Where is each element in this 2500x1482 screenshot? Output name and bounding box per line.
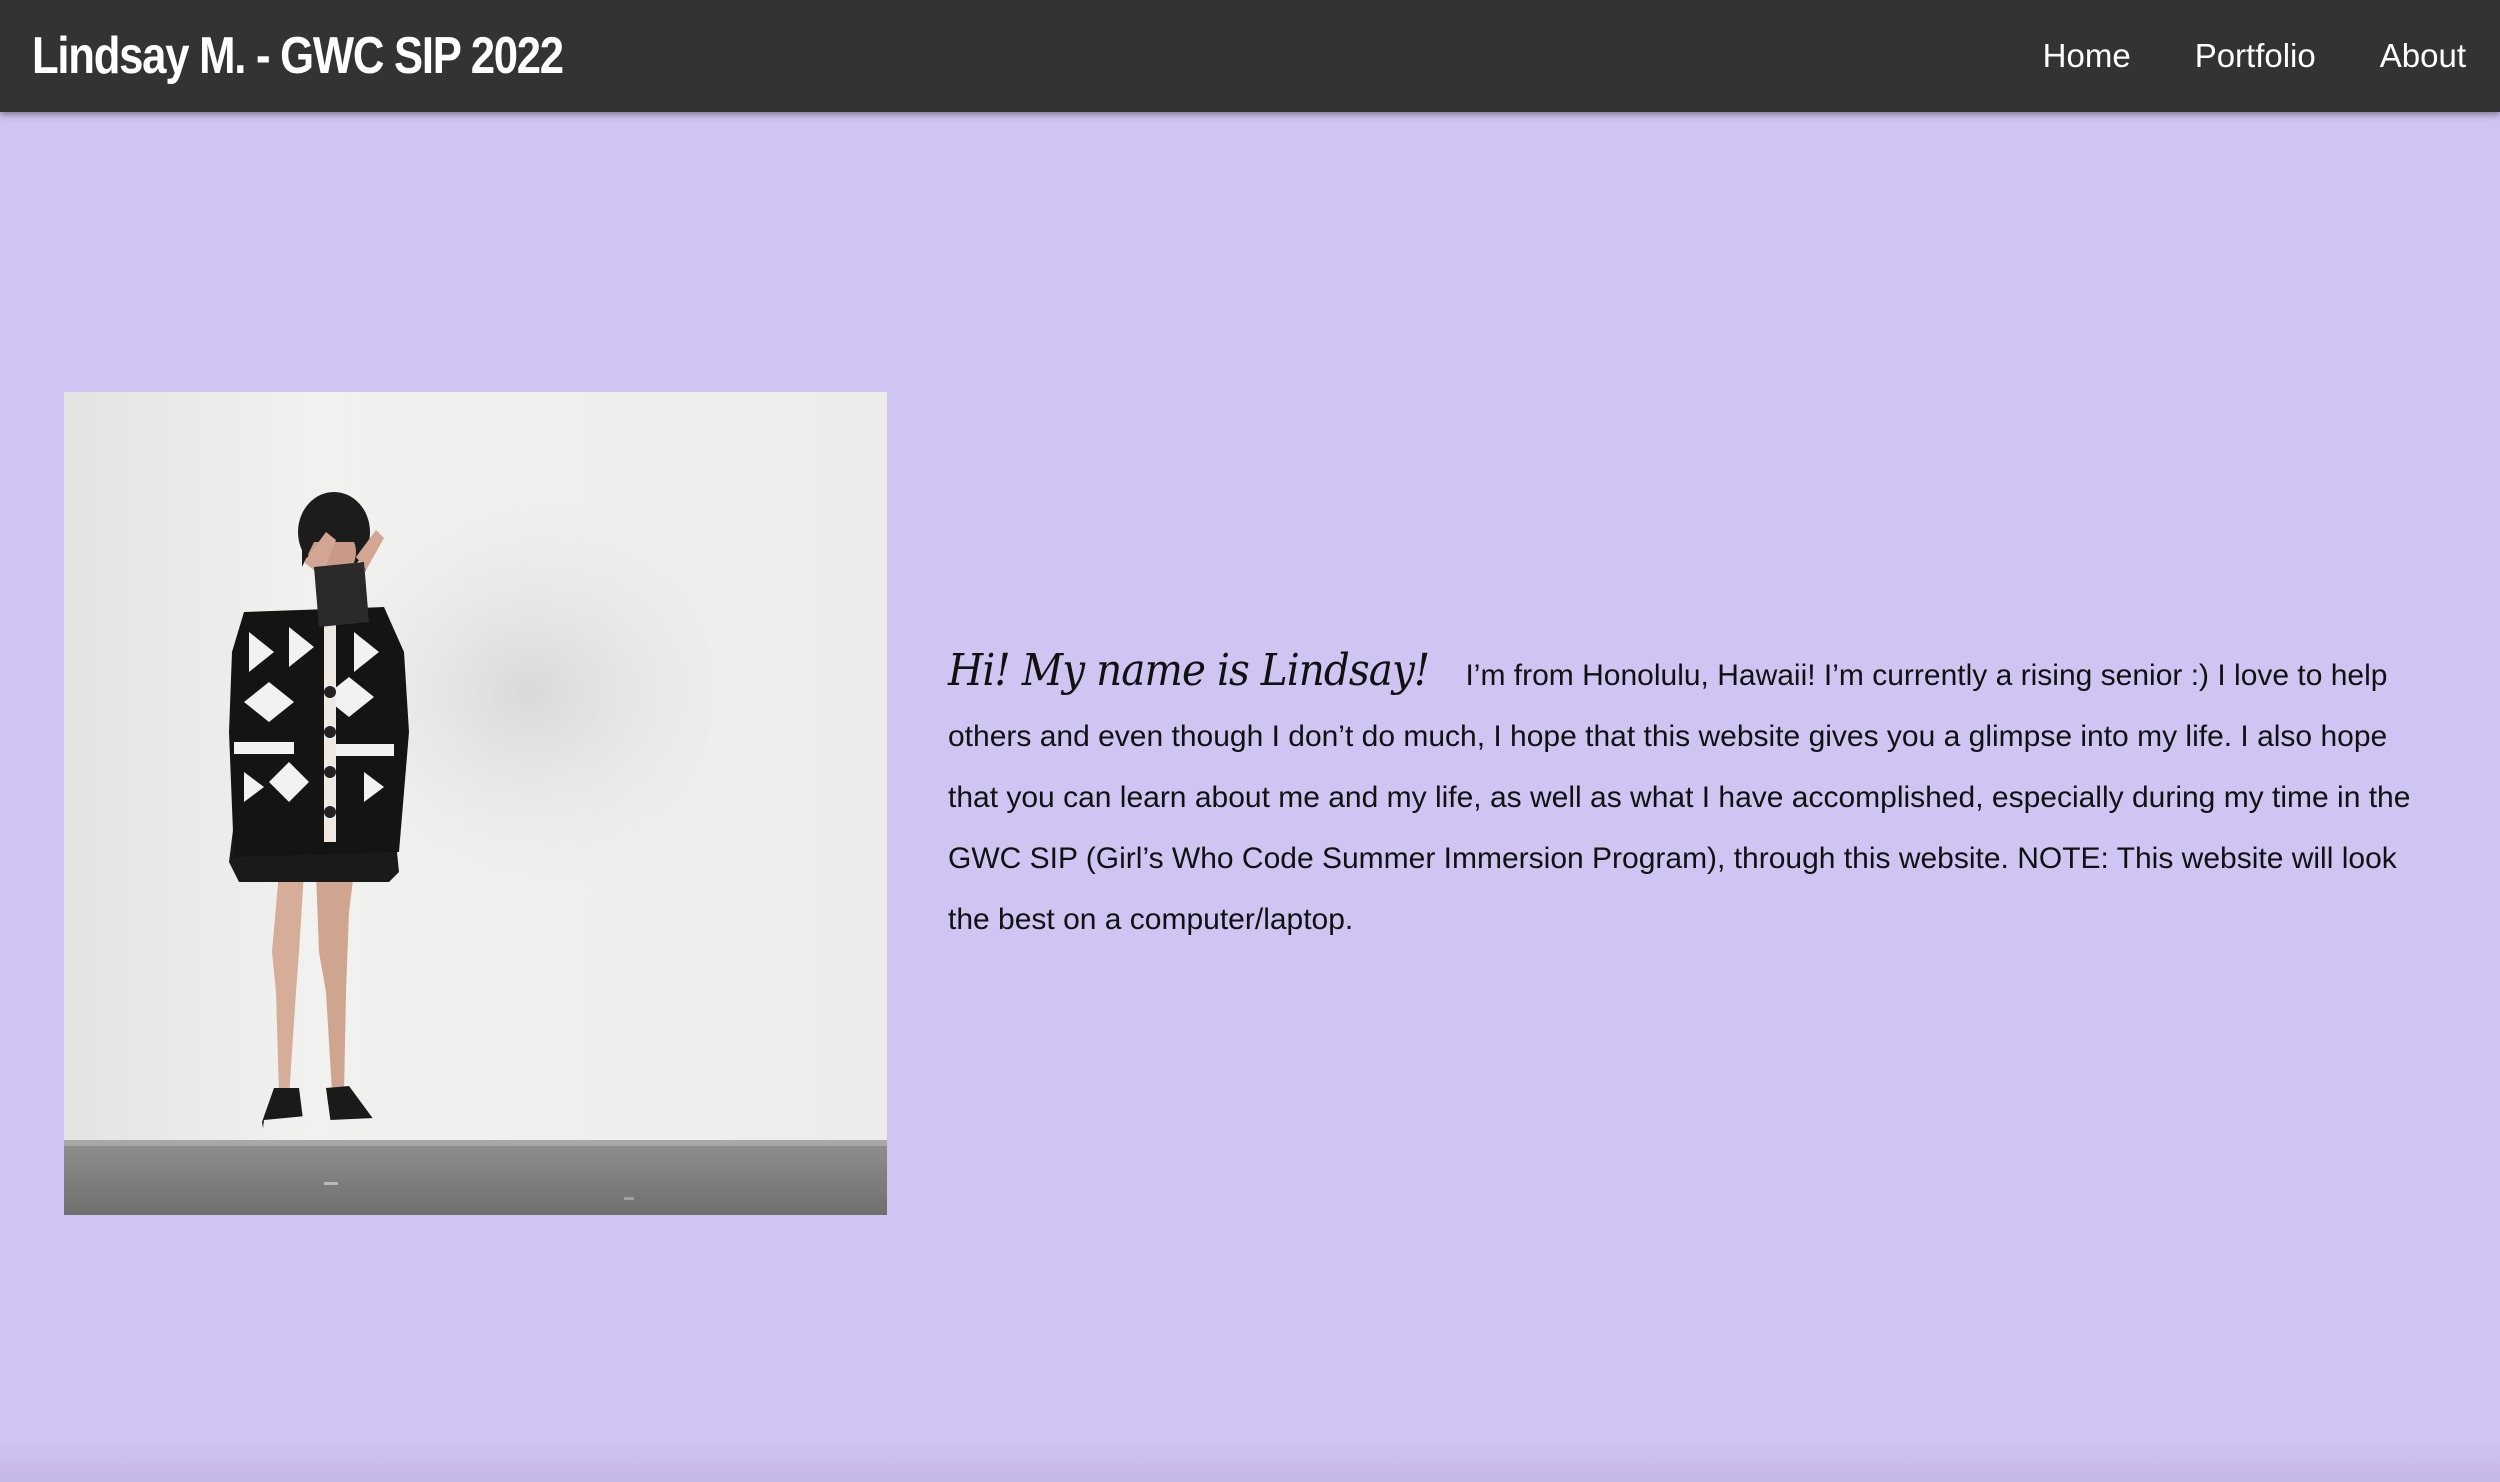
nav-links: Home Portfolio About [2043, 0, 2466, 112]
nav-link-about[interactable]: About [2380, 37, 2466, 75]
nav-link-home[interactable]: Home [2043, 37, 2131, 75]
profile-photo [64, 392, 887, 1215]
top-navbar: Lindsay M. - GWC SIP 2022 Home Portfolio… [0, 0, 2500, 112]
nav-link-portfolio[interactable]: Portfolio [2195, 37, 2316, 75]
site-title[interactable]: Lindsay M. - GWC SIP 2022 [32, 18, 564, 94]
intro-paragraph: Hi! My name is Lindsay! I’m from Honolul… [948, 640, 2428, 950]
bottom-shadow [0, 1442, 2500, 1482]
intro-greeting: Hi! My name is Lindsay! [948, 645, 1430, 696]
